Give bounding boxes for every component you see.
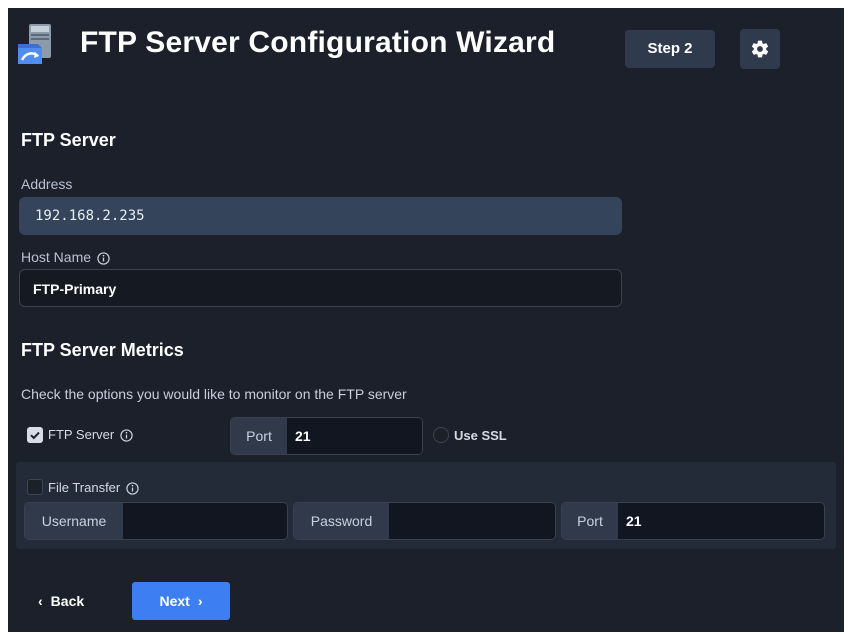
metrics-section-title: FTP Server Metrics <box>21 340 184 360</box>
ftp-server-icon <box>18 24 51 64</box>
gear-icon <box>751 40 769 58</box>
port-addon-label: Port <box>562 503 618 539</box>
info-icon[interactable] <box>126 482 139 495</box>
ftp-server-label-text: FTP Server <box>48 427 115 442</box>
check-icon <box>30 431 40 440</box>
wizard-header: FTP Server Configuration Wizard Step 2 <box>8 8 844 88</box>
file-transfer-checkbox[interactable] <box>27 479 43 495</box>
back-button[interactable]: ‹ Back <box>38 593 84 609</box>
username-addon-label: Username <box>25 503 123 539</box>
step-indicator-button[interactable]: Step 2 <box>625 30 715 68</box>
ftp-server-checkbox[interactable] <box>27 427 43 443</box>
ftp-server-checkbox-label: FTP Server <box>48 427 133 442</box>
ftp-server-section-title: FTP Server <box>21 130 116 150</box>
use-ssl-label: Use SSL <box>454 428 507 443</box>
info-icon[interactable] <box>120 429 133 442</box>
host-name-label: Host Name <box>21 249 110 265</box>
file-transfer-port-input-group: Port 21 <box>561 502 825 540</box>
metrics-description: Check the options you would like to moni… <box>21 386 407 402</box>
host-name-label-text: Host Name <box>21 249 92 265</box>
info-icon[interactable] <box>97 252 110 265</box>
next-button-label: Next <box>159 593 190 609</box>
file-transfer-port-input[interactable]: 21 <box>618 503 824 539</box>
password-input[interactable] <box>389 503 555 539</box>
password-addon-label: Password <box>294 503 389 539</box>
page-title: FTP Server Configuration Wizard <box>80 26 556 59</box>
ftp-port-input-group: Port 21 <box>230 417 423 455</box>
address-field[interactable]: 192.168.2.235 <box>19 197 622 235</box>
username-input-group: Username <box>24 502 288 540</box>
username-input[interactable] <box>123 503 287 539</box>
port-addon-label: Port <box>231 418 287 454</box>
host-name-field[interactable]: FTP-Primary <box>19 269 622 307</box>
file-transfer-label-text: File Transfer <box>48 480 121 495</box>
ftp-port-input[interactable]: 21 <box>287 418 422 454</box>
password-input-group: Password <box>293 502 556 540</box>
back-button-label: Back <box>50 593 85 609</box>
address-label: Address <box>21 176 73 192</box>
chevron-right-icon: › <box>197 593 203 609</box>
wizard-window: FTP Server Configuration Wizard Step 2 F… <box>8 8 844 632</box>
chevron-left-icon: ‹ <box>38 593 43 609</box>
file-transfer-checkbox-label: File Transfer <box>48 480 139 495</box>
next-button[interactable]: Next › <box>132 582 230 620</box>
settings-button[interactable] <box>740 29 780 69</box>
use-ssl-toggle[interactable] <box>433 427 449 443</box>
